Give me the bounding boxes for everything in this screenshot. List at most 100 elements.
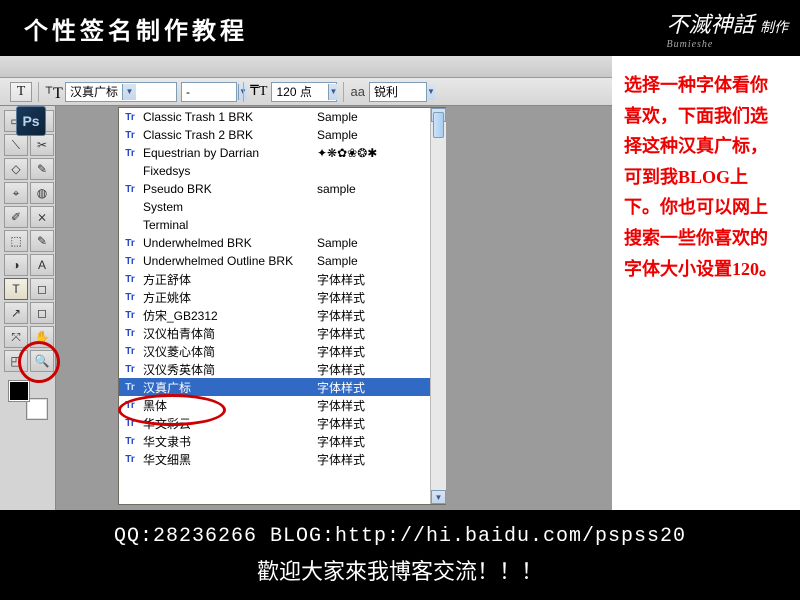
truetype-icon: Tr [123,434,137,448]
font-name: Classic Trash 2 BRK [143,128,311,142]
menu-bar[interactable] [0,56,612,78]
tool-button[interactable]: ◰ [4,350,28,372]
truetype-icon: Tr [123,362,137,376]
tool-button[interactable]: ✋ [30,326,54,348]
foreground-color-swatch[interactable] [8,380,30,402]
font-list-item[interactable]: Tr华文隶书字体样式 [119,432,430,450]
font-size-combo[interactable]: 120 点 ▼ [271,82,337,102]
font-list-item[interactable]: Tr汉仪秀英体简字体样式 [119,360,430,378]
truetype-icon [123,164,137,178]
font-name: Underwhelmed BRK [143,236,311,250]
font-sample: Sample [317,128,358,142]
tool-button[interactable]: ⤧ [4,326,28,348]
color-swatches[interactable] [8,380,48,420]
font-list-item[interactable]: TrPseudo BRKsample [119,180,430,198]
font-list-item[interactable]: Tr黑体字体样式 [119,396,430,414]
font-name: 汉仪菱心体简 [143,343,311,360]
scroll-down-icon[interactable]: ▼ [431,490,446,504]
tool-button[interactable]: ◻ [30,302,54,324]
font-list-item[interactable]: Tr华文细黑字体样式 [119,450,430,468]
photoshop-window: T ⸆T 汉真广标 ▼ - ▼ ₸T 120 点 ▼ aa [0,56,612,510]
type-tool[interactable]: T [4,278,28,300]
truetype-icon: Tr [123,380,137,394]
font-sample: 字体样式 [317,325,365,342]
tool-grid: ▭↖⟍✂◇✎⌖◍✐⨯⬚✎◑AT◻↗◻⤧✋◰🔍 [2,108,53,374]
tool-button[interactable]: ⬚ [4,230,28,252]
font-name: 仿宋_GB2312 [143,307,311,324]
font-family-combo[interactable]: 汉真广标 ▼ [65,82,177,102]
font-sample: Sample [317,236,358,250]
truetype-icon: Tr [123,416,137,430]
tool-button[interactable]: ◇ [4,158,28,180]
antialias-combo[interactable]: 锐利 ▼ [369,82,427,102]
truetype-icon: Tr [123,128,137,142]
font-list-item[interactable]: TrUnderwhelmed BRKSample [119,234,430,252]
font-name: 汉仪柏青体简 [143,325,311,342]
font-list[interactable]: TrClassic Trash 1 BRKSampleTrClassic Tra… [119,108,430,504]
tutorial-screenshot: 个性签名制作教程 不滅神話 制作 Bumieshe T ⸆T 汉真广标 ▼ - … [0,0,800,600]
font-size-icon: ₸T [250,83,267,100]
tool-button[interactable]: ✐ [4,206,28,228]
main-row: T ⸆T 汉真广标 ▼ - ▼ ₸T 120 点 ▼ aa [0,56,800,510]
font-name: Fixedsys [143,164,311,178]
truetype-icon: Tr [123,146,137,160]
instruction-panel: 选择一种字体看你喜欢，下面我们选择这种汉真广标，可到我BLOG上下。你也可以网上… [612,56,792,510]
font-size-value: 120 点 [276,83,324,100]
brand-logo: 不滅神話 制作 Bumieshe [666,7,788,50]
tool-button[interactable]: ✂ [30,134,54,156]
tool-button[interactable]: A [30,254,54,276]
tool-button[interactable]: 🔍 [30,350,54,372]
antialias-value: 锐利 [374,83,422,100]
separator [343,82,344,102]
toolbox: ▭↖⟍✂◇✎⌖◍✐⨯⬚✎◑AT◻↗◻⤧✋◰🔍 [0,106,56,510]
tool-button[interactable]: ◍ [30,182,54,204]
font-name: 华文细黑 [143,451,311,468]
font-list-item[interactable]: TrUnderwhelmed Outline BRKSample [119,252,430,270]
font-list-item[interactable]: Tr仿宋_GB2312字体样式 [119,306,430,324]
truetype-icon: Tr [123,182,137,196]
tool-button[interactable]: ⨯ [30,206,54,228]
chevron-down-icon[interactable]: ▼ [328,84,337,100]
separator [38,82,39,102]
truetype-icon: Tr [123,452,137,466]
font-list-item[interactable]: Tr方正舒体字体样式 [119,270,430,288]
chevron-down-icon[interactable]: ▼ [426,84,435,100]
font-name: 方正姚体 [143,289,311,306]
font-name: 汉仪秀英体简 [143,361,311,378]
scroll-thumb[interactable] [433,112,444,138]
font-list-item[interactable]: Terminal [119,216,430,234]
footer-contact: QQ:28236266 BLOG:http://hi.baidu.com/psp… [114,525,686,548]
tool-button[interactable]: ⌖ [4,182,28,204]
tool-button[interactable]: ↗ [4,302,28,324]
tool-button[interactable]: ✎ [30,158,54,180]
font-list-item[interactable]: Tr汉真广标字体样式 [119,378,430,396]
truetype-icon: Tr [123,326,137,340]
font-list-item[interactable]: Tr方正姚体字体样式 [119,288,430,306]
truetype-icon: Tr [123,110,137,124]
tool-button[interactable]: ⟍ [4,134,28,156]
chevron-down-icon[interactable]: ▼ [122,84,136,100]
font-name: Equestrian by Darrian [143,146,311,160]
truetype-icon [123,218,137,232]
font-list-item[interactable]: Tr Classic Trash 2 BRK Sample [119,126,430,144]
type-tool-preset-icon[interactable]: T [10,82,32,102]
font-list-item[interactable]: Tr 汉仪柏青体简字体样式 [119,324,430,342]
font-scrollbar[interactable]: ▲ ▼ [430,108,446,504]
font-list-item[interactable]: TrClassic Trash 1 BRKSample [119,108,430,126]
font-sample: 字体样式 [317,289,365,306]
orientation-icon[interactable]: ⸆T [45,81,61,103]
tutorial-title: 个性签名制作教程 [24,11,248,46]
truetype-icon [123,200,137,214]
font-list-item[interactable]: Tr华文彩云字体样式 [119,414,430,432]
font-style-combo[interactable]: - ▼ [181,82,237,102]
font-name: 黑体 [143,397,311,414]
tool-button[interactable]: ◻ [30,278,54,300]
font-list-item[interactable]: Tr汉仪菱心体简字体样式 [119,342,430,360]
tool-button[interactable]: ◑ [4,254,28,276]
tool-button[interactable]: ✎ [30,230,54,252]
font-list-item[interactable]: Fixedsys [119,162,430,180]
font-list-item[interactable]: TrEquestrian by Darrian✦❋✿❀❂✱ [119,144,430,162]
font-dropdown[interactable]: TrClassic Trash 1 BRKSampleTrClassic Tra… [118,107,446,505]
font-list-item[interactable]: System [119,198,430,216]
ps-logo-icon: Ps [16,106,46,136]
